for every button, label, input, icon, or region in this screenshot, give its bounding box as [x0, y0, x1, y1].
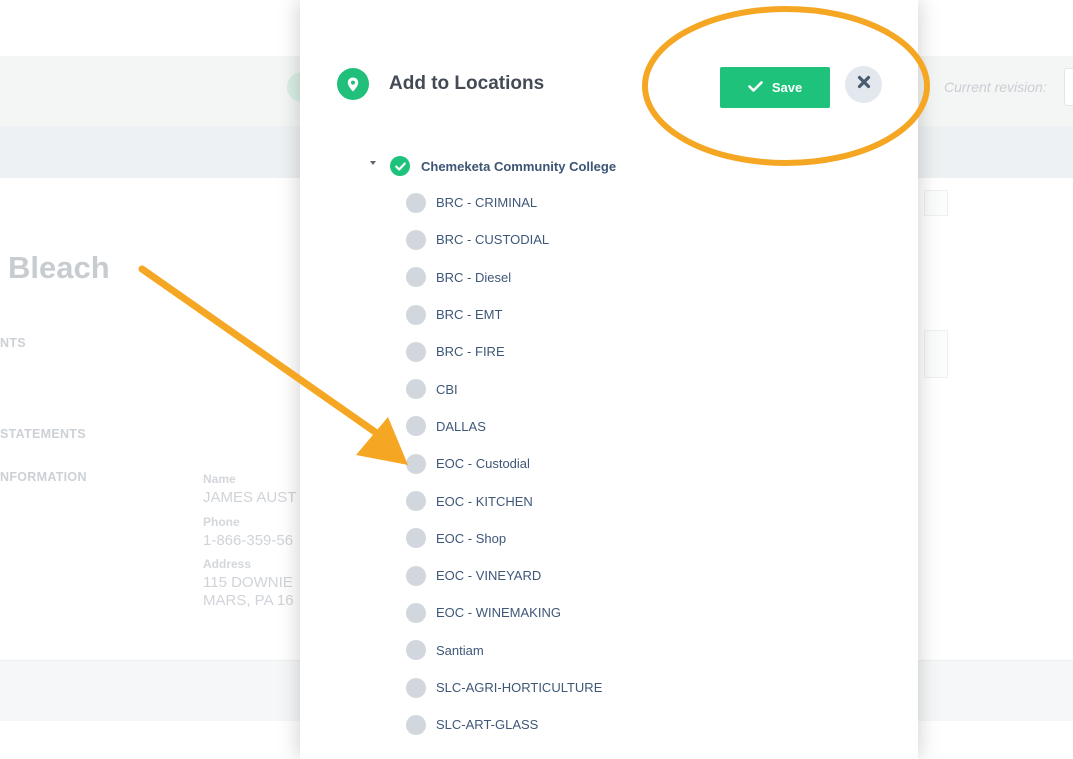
location-label: BRC - FIRE [436, 344, 505, 360]
location-label: BRC - CUSTODIAL [436, 232, 550, 248]
location-item[interactable]: SLC-ART-GLASS [406, 706, 602, 743]
radio-unchecked-icon[interactable] [406, 416, 426, 437]
location-label: BRC - Diesel [436, 269, 512, 285]
location-item[interactable]: DALLAS [406, 408, 602, 445]
contact-name-value: JAMES AUST [203, 489, 297, 506]
location-label: SLC-ART-GLASS [436, 717, 539, 733]
location-item[interactable]: EOC - Shop [406, 520, 602, 557]
location-label: CBI [436, 381, 458, 397]
location-label: EOC - VINEYARD [436, 568, 542, 584]
radio-unchecked-icon[interactable] [406, 640, 426, 661]
radio-unchecked-icon[interactable] [406, 491, 426, 512]
location-item[interactable]: Santiam [406, 632, 602, 669]
contact-name-label: Name [203, 472, 236, 486]
location-label: EOC - Shop [436, 530, 507, 546]
contact-phone-label: Phone [203, 515, 240, 529]
section-heading: NFORMATION [0, 470, 87, 484]
section-heading: STATEMENTS [0, 427, 86, 441]
close-x-icon [857, 75, 871, 94]
location-item[interactable]: BRC - CRIMINAL [406, 184, 602, 221]
location-item[interactable]: BRC - FIRE [406, 333, 602, 370]
contact-address-label: Address [203, 557, 252, 571]
location-label: EOC - Custodial [436, 456, 530, 472]
location-label: BRC - CRIMINAL [436, 195, 538, 211]
location-item[interactable]: BRC - CUSTODIAL [406, 221, 602, 258]
radio-unchecked-icon[interactable] [406, 677, 426, 698]
location-item[interactable]: EOC - Custodial [406, 445, 602, 482]
checkmark-icon [748, 80, 763, 95]
revision-select [1064, 68, 1073, 106]
location-item[interactable]: SLC-AGRI-HORTICULTURE [406, 669, 602, 706]
location-item[interactable]: EOC - WINEMAKING [406, 594, 602, 631]
radio-unchecked-icon[interactable] [406, 379, 426, 400]
location-label: BRC - EMT [436, 307, 503, 323]
location-label: DALLAS [436, 418, 486, 434]
radio-unchecked-icon[interactable] [406, 267, 426, 288]
location-label: EOC - KITCHEN [436, 493, 533, 509]
radio-unchecked-icon[interactable] [406, 341, 426, 362]
radio-unchecked-icon[interactable] [406, 304, 426, 325]
radio-unchecked-icon[interactable] [406, 229, 426, 250]
contact-phone-value: 1-866-359-56 [203, 532, 294, 549]
location-item[interactable]: EOC - KITCHEN [406, 482, 602, 519]
tree-root-label: Chemeketa Community College [421, 158, 617, 174]
background-box [924, 330, 948, 378]
location-label: Santiam [436, 642, 484, 658]
contact-address-line2: MARS, PA 16 [203, 592, 294, 609]
checked-circle-icon[interactable] [390, 156, 410, 176]
location-item[interactable]: CBI [406, 370, 602, 407]
radio-unchecked-icon[interactable] [406, 565, 426, 586]
location-list: BRC - CRIMINAL BRC - CUSTODIAL BRC - Diese… [406, 184, 602, 743]
map-pin-icon [337, 68, 369, 100]
section-heading: NTS [0, 336, 26, 350]
location-label: EOC - WINEMAKING [436, 605, 561, 621]
location-item[interactable]: BRC - EMT [406, 296, 602, 333]
contact-address-line1: 115 DOWNIE [203, 574, 293, 591]
background-box [924, 190, 948, 216]
current-revision-label: Current revision: [944, 79, 1047, 95]
radio-unchecked-icon[interactable] [406, 714, 426, 735]
location-item[interactable]: EOC - VINEYARD [406, 557, 602, 594]
radio-unchecked-icon[interactable] [406, 528, 426, 549]
add-to-locations-modal: Add to Locations Save Chemeketa Communit… [300, 0, 918, 759]
location-item[interactable]: BRC - Diesel [406, 259, 602, 296]
product-title: Bleach [8, 250, 110, 285]
save-button-label: Save [771, 80, 803, 95]
tree-root-node[interactable]: Chemeketa Community College [370, 155, 616, 177]
location-label: SLC-AGRI-HORTICULTURE [436, 680, 603, 695]
close-button[interactable] [845, 66, 882, 103]
save-button[interactable]: Save [720, 67, 830, 108]
caret-down-icon[interactable] [370, 161, 376, 165]
radio-unchecked-icon[interactable] [406, 453, 426, 474]
modal-title: Add to Locations [389, 73, 545, 94]
radio-unchecked-icon[interactable] [406, 192, 426, 213]
radio-unchecked-icon[interactable] [406, 602, 426, 623]
